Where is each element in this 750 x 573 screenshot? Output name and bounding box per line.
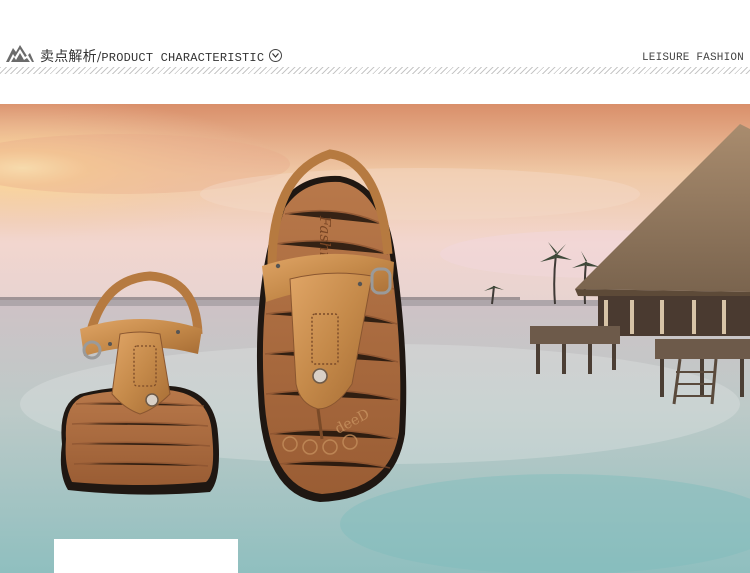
large-sandal: FashioN deeD [256, 149, 407, 502]
mountain-logo-icon [6, 45, 34, 62]
white-caption-box [54, 539, 238, 573]
section-title-en: PRODUCT CHARACTERISTIC [101, 51, 265, 65]
hatched-divider [0, 67, 750, 74]
section-title-cn: 卖点解析 [40, 49, 97, 65]
section-header: 卖点解析/PRODUCT CHARACTERISTIC LEISURE FASH… [0, 0, 750, 104]
section-title: 卖点解析/PRODUCT CHARACTERISTIC [40, 46, 264, 66]
chevron-down-icon [272, 53, 279, 58]
tagline: LEISURE FASHION [641, 52, 744, 64]
product-photo: FashioN deeD [0, 104, 750, 573]
chevron-down-button[interactable] [269, 49, 282, 62]
